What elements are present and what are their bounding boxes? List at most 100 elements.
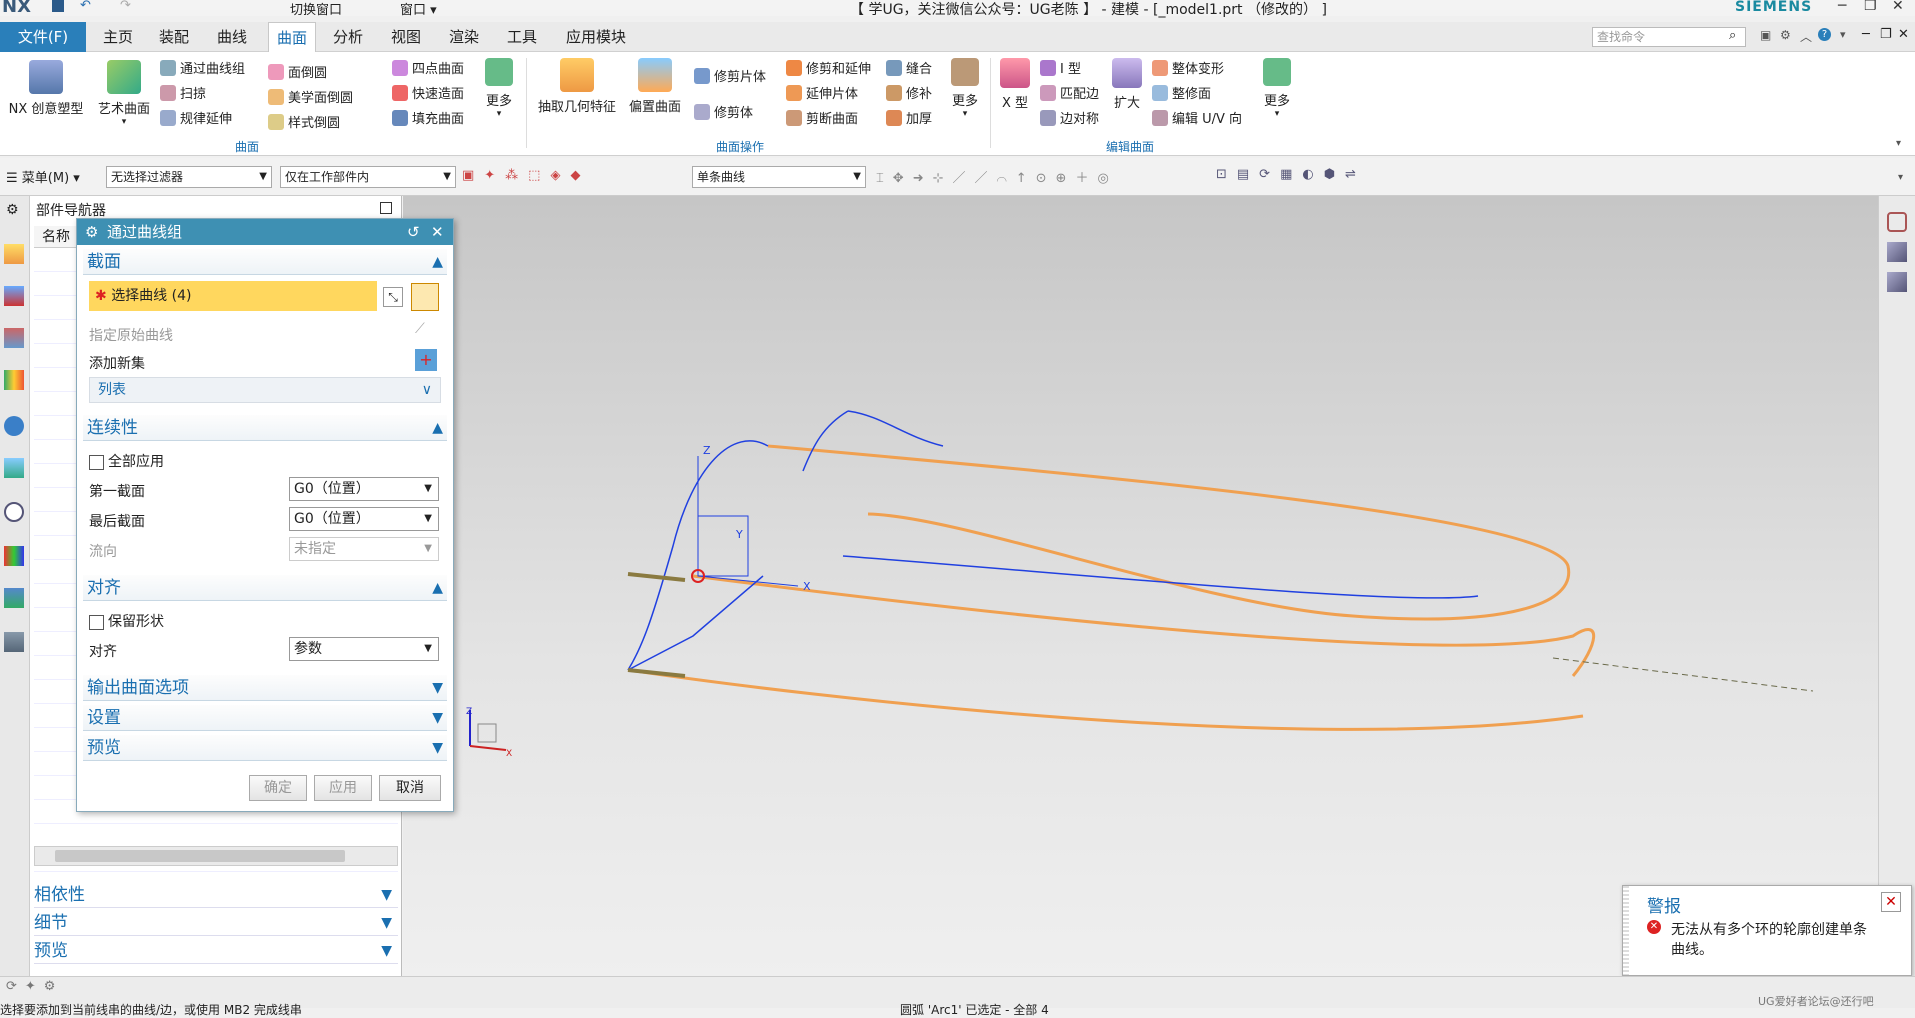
graphics-viewport[interactable]: Z X Y Z X (403, 196, 1878, 976)
thicken-button[interactable]: 加厚 (886, 108, 932, 127)
assembly-navigator-icon[interactable] (4, 286, 24, 306)
system-materials-icon[interactable] (4, 546, 24, 566)
apply-all-checkbox[interactable]: 全部应用 (89, 451, 164, 471)
redo-icon[interactable]: ↷ (120, 0, 131, 13)
four-point-surface-button[interactable]: 四点曲面 (392, 58, 464, 77)
trim-body-button[interactable]: 修剪体 (694, 102, 753, 121)
apply-button[interactable]: 应用 (314, 775, 372, 801)
section-header[interactable]: 截面 ▲ (83, 249, 447, 275)
undo-icon[interactable]: ↶ (80, 0, 91, 13)
face-blend-button[interactable]: 面倒圆 (268, 62, 327, 81)
save-icon[interactable] (52, 0, 64, 12)
help-icon[interactable]: ? (1818, 28, 1831, 41)
doc-minimize-icon[interactable]: ─ (1862, 27, 1870, 42)
command-search-input[interactable]: 查找命令 (1592, 27, 1746, 47)
switch-window-button[interactable]: 切换窗口 (290, 0, 342, 18)
web-browser-icon[interactable] (4, 416, 24, 436)
tab-render[interactable]: 渲染 (442, 22, 486, 52)
preview-header[interactable]: 预览 ▼ (83, 735, 447, 761)
maximize-icon[interactable] (380, 202, 392, 214)
constraint-navigator-icon[interactable] (4, 328, 24, 348)
offset-surface-button[interactable]: 偏置曲面 (624, 58, 686, 115)
dependencies-section[interactable]: 相依性 ▼ (34, 882, 398, 908)
layer-icon[interactable] (1887, 242, 1907, 262)
divide-face-button[interactable]: 剪断曲面 (786, 108, 858, 127)
doc-restore-icon[interactable]: ❐ (1880, 27, 1892, 42)
roles-icon[interactable] (4, 632, 24, 652)
tab-surface[interactable]: 曲面 (268, 22, 316, 52)
selection-scope-dropdown[interactable]: 仅在工作部件内 ▼ (280, 166, 456, 188)
layout-icon[interactable]: ▣ (1760, 28, 1771, 42)
more-ops-button[interactable]: 更多 ▾ (946, 58, 984, 119)
close-icon[interactable]: ✕ (1881, 892, 1901, 912)
edit-uv-button[interactable]: 编辑 U/V 向 (1152, 108, 1242, 127)
preview-section[interactable]: 预览 ▼ (34, 938, 398, 964)
extract-geometry-button[interactable]: 抽取几何特征 (534, 58, 620, 115)
checkbox[interactable] (89, 614, 104, 630)
tab-view[interactable]: 视图 (384, 22, 428, 52)
dialog-title-bar[interactable]: ⚙ 通过曲线组 ↺ ✕ (77, 219, 453, 245)
gear-icon[interactable]: ⚙ (6, 202, 19, 218)
sew-button[interactable]: 缝合 (886, 58, 932, 77)
checkbox[interactable] (89, 454, 104, 470)
x-form-button[interactable]: X 型 (996, 58, 1034, 111)
clock-icon[interactable] (4, 502, 24, 522)
refit-face-button[interactable]: 整修面 (1152, 83, 1211, 102)
tab-tools[interactable]: 工具 (500, 22, 544, 52)
law-extension-button[interactable]: 规律延伸 (160, 108, 232, 127)
enlarge-button[interactable]: 扩大 (1108, 58, 1146, 111)
restore-icon[interactable]: ❐ (1864, 0, 1877, 14)
details-section[interactable]: 细节 ▼ (34, 910, 398, 936)
gear-icon[interactable]: ⚙ (1780, 28, 1791, 42)
close-icon[interactable]: ✕ (1892, 0, 1904, 14)
file-menu[interactable]: 文件(F) (0, 22, 86, 52)
output-surface-header[interactable]: 输出曲面选项 ▼ (83, 675, 447, 701)
reuse-library-icon[interactable] (4, 370, 24, 390)
minimize-icon[interactable]: ─ (1838, 0, 1846, 14)
toolbar-options-icon[interactable]: ▾ (1898, 172, 1903, 183)
rapid-surface-button[interactable]: 快速造面 (392, 83, 464, 102)
close-icon[interactable]: ✕ (431, 219, 444, 245)
fill-surface-button[interactable]: 填充曲面 (392, 108, 464, 127)
through-curve-mesh-button[interactable]: 通过曲线组 (160, 58, 245, 77)
history-icon[interactable] (4, 458, 24, 478)
trim-sheet-button[interactable]: 修剪片体 (694, 66, 766, 85)
list-expander[interactable]: 列表 ∨ (89, 377, 441, 403)
collapse-ribbon-icon[interactable]: ︿ (1800, 28, 1812, 45)
curve-rule-dropdown[interactable]: 单条曲线 ▼ (692, 166, 866, 188)
horizontal-scrollbar[interactable] (34, 846, 398, 866)
extension-sheet-button[interactable]: 延伸片体 (786, 83, 858, 102)
select-curve-row[interactable]: ✱ 选择曲线 (4) (89, 281, 377, 311)
fit-view-icon[interactable] (1887, 212, 1907, 232)
edge-symmetry-button[interactable]: 边对称 (1040, 108, 1099, 127)
first-section-dropdown[interactable]: G0（位置） ▼ (289, 477, 439, 501)
cancel-button[interactable]: 取消 (379, 775, 441, 801)
view-tools-icons[interactable]: ⊡▤⟳▦◐⬢⇌ (1216, 167, 1366, 182)
origin-curve-icon[interactable]: ⟋ (415, 321, 437, 343)
doc-close-icon[interactable]: ✕ (1898, 27, 1909, 42)
continuity-header[interactable]: 连续性 ▲ (83, 415, 447, 441)
tab-home[interactable]: 主页 (96, 22, 140, 52)
sweep-button[interactable]: 扫掠 (160, 83, 206, 102)
layer-icon-2[interactable] (1887, 272, 1907, 292)
curve-rule-icon[interactable] (411, 283, 439, 311)
align-dropdown[interactable]: 参数 ▼ (289, 637, 439, 661)
tab-curve[interactable]: 曲线 (210, 22, 254, 52)
ribbon-options-icon[interactable]: ▾ (1896, 138, 1901, 149)
reset-icon[interactable]: ↺ (407, 219, 420, 245)
global-shaping-button[interactable]: 整体变形 (1152, 58, 1224, 77)
last-section-dropdown[interactable]: G0（位置） ▼ (289, 507, 439, 531)
selection-filter-dropdown[interactable]: 无选择过滤器 ▼ (106, 166, 272, 188)
match-edge-button[interactable]: 匹配边 (1040, 83, 1099, 102)
ok-button[interactable]: 确定 (249, 775, 307, 801)
gear-icon[interactable]: ⚙ (85, 219, 98, 245)
more-surface-button[interactable]: 更多 ▾ (480, 58, 518, 119)
process-studio-icon[interactable] (4, 588, 24, 608)
preserve-shape-checkbox[interactable]: 保留形状 (89, 611, 164, 631)
patch-button[interactable]: 修补 (886, 83, 932, 102)
part-navigator-icon[interactable] (4, 244, 24, 264)
tab-applications[interactable]: 应用模块 (560, 22, 632, 52)
menu-button[interactable]: ☰ 菜单(M) ▾ (6, 167, 80, 186)
reverse-direction-icon[interactable]: ⤡ (383, 287, 403, 307)
art-surface-button[interactable]: 艺术曲面 ▾ (94, 60, 154, 127)
